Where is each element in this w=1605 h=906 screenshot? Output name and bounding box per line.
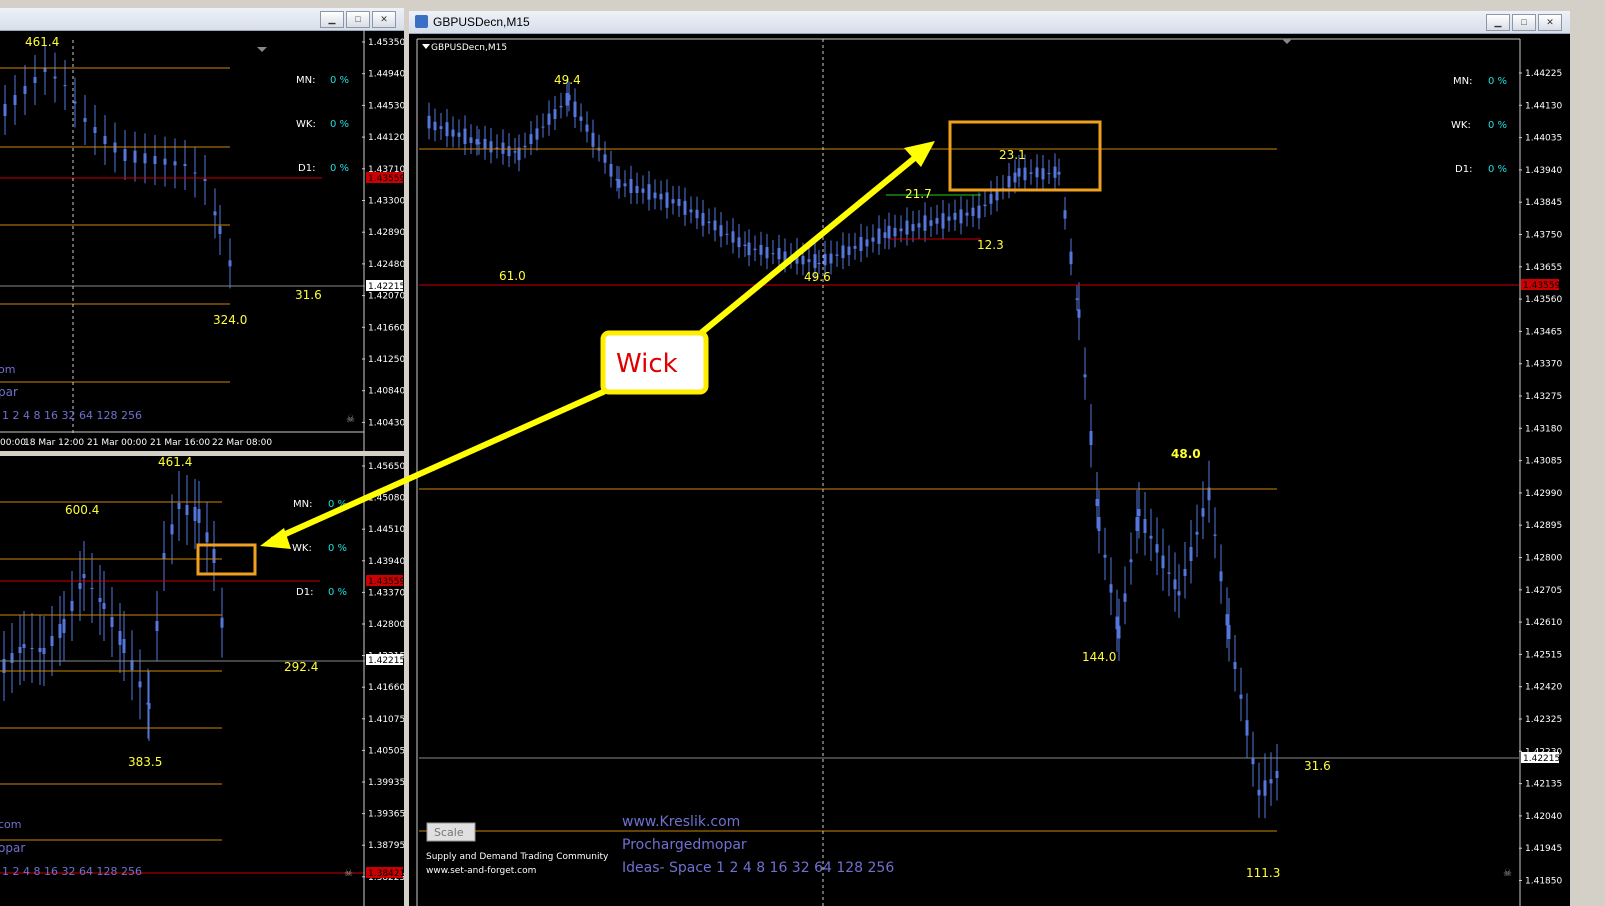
arrow-to-main-wick: [688, 144, 930, 345]
arrow-to-left-wick: [270, 385, 614, 543]
wick-callout-label: Wick: [616, 349, 678, 379]
annotation-overlay: Wick: [260, 141, 935, 549]
